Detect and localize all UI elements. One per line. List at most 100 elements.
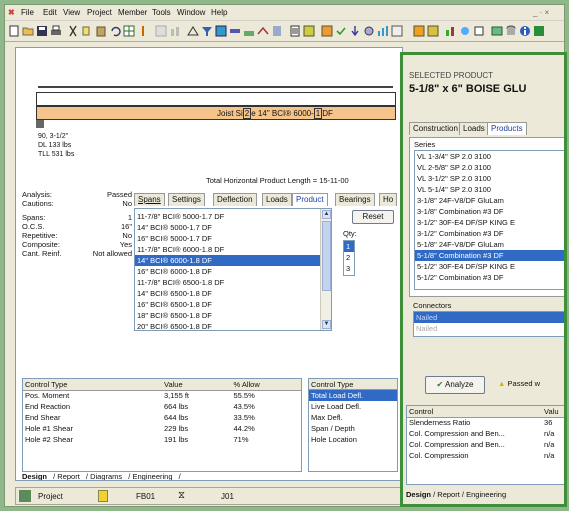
paste-icon[interactable] [95,25,107,37]
tab-spans[interactable]: Spans [134,193,165,206]
joist-label-num1[interactable]: 2 [242,108,252,119]
report-icon[interactable] [289,25,301,37]
floor-icon[interactable] [243,25,255,37]
tab-loads-right[interactable]: Loads [459,122,489,135]
view-icon[interactable] [459,25,471,37]
control-header[interactable]: Control [407,406,542,417]
joist-label-num2[interactable]: 1 [313,108,323,119]
grid-icon[interactable] [123,25,135,37]
undo-icon[interactable] [109,25,121,37]
status-tab-j01[interactable]: J01 [221,492,234,501]
product-list-item[interactable]: 16" BCI® 6000-1.8 DF [135,266,320,277]
value-header-right[interactable]: Valu [542,406,564,417]
series-item[interactable]: VL 5-1/4" SP 2.0 3100 [415,184,564,195]
series-item[interactable]: 5-1/2" 30F-E4 DF/SP KING E [415,261,564,272]
allow-header[interactable]: % Allow [232,379,302,390]
database-icon[interactable] [505,25,517,37]
product-list[interactable]: 11-7/8" BCI® 5000-1.7 DF 14" BCI® 5000-1.… [134,208,332,331]
tab-loads[interactable]: Loads [262,193,292,206]
load-icon[interactable] [349,25,361,37]
series-item[interactable]: VL 1-3/4" SP 2.0 3100 [415,151,564,162]
column-icon[interactable] [137,25,149,37]
qty-option[interactable]: 3 [344,263,354,274]
tab-engineering-right[interactable]: Engineering [466,490,506,499]
right-control-row[interactable]: Col. Compression n/a [407,450,564,461]
reset-button[interactable]: Reset [352,210,394,224]
tab-product[interactable]: Product [292,193,328,206]
menu-help[interactable]: Help [211,8,227,17]
connection-item[interactable]: Nailed [414,312,564,323]
menu-view[interactable]: View [63,8,80,17]
connection-item[interactable]: Nailed [414,323,564,334]
series-item[interactable]: 3-1/2" 30F-E4 DF/SP KING E [415,217,564,228]
control-table-row[interactable]: Hole #1 Shear 229 lbs 44.2% [23,423,301,434]
series-item[interactable]: 3-1/2" Combination #3 DF [415,228,564,239]
info-icon[interactable] [519,25,531,37]
tab-design-right[interactable]: Design [406,490,431,499]
analyze-button[interactable]: ✔ Analyze [425,376,485,394]
library-icon[interactable] [491,25,503,37]
product-list-item[interactable]: 11-7/8" BCI® 5000-1.7 DF [135,211,320,222]
value-header[interactable]: Value [162,379,232,390]
qty-list[interactable]: 123 [343,240,355,276]
tab-bearings[interactable]: Bearings [335,193,375,206]
menu-file[interactable]: File [21,8,34,17]
tab-engineering[interactable]: Engineering [132,472,172,480]
product-list-item[interactable]: 16" BCI® 5000-1.7 DF [135,233,320,244]
status-tab-fb01[interactable]: FB01 [136,492,155,501]
tab-diagrams[interactable]: Diagrams [90,472,122,480]
tab-design[interactable]: Design [22,472,47,480]
product-list-item[interactable]: 18" BCI® 6500-1.8 DF [135,310,320,321]
scroll-up-icon[interactable]: ▲ [322,210,331,219]
menu-edit[interactable]: Edit [43,8,57,17]
truss-icon[interactable] [187,25,199,37]
qty-option[interactable]: 1 [344,241,354,252]
window-controls[interactable]: _ · × [533,8,549,17]
settings-icon[interactable] [363,25,375,37]
export-icon[interactable] [391,25,403,37]
tab-holes[interactable]: Ho [379,193,398,206]
chart-icon[interactable] [445,25,457,37]
control-type-list-header[interactable]: Control Type [309,379,397,390]
series-item[interactable]: VL 2-5/8" SP 2.0 3100 [415,162,564,173]
control-table-row[interactable]: End Reaction 664 lbs 43.5% [23,401,301,412]
help-icon[interactable] [533,25,545,37]
cut-icon[interactable] [67,25,79,37]
filter-icon[interactable] [201,25,213,37]
control-type-header[interactable]: Control Type [23,379,162,390]
calc-orange-icon[interactable] [413,25,425,37]
new-file-icon[interactable] [8,25,20,37]
beam-icon[interactable] [229,25,241,37]
series-item[interactable]: 5-1/8" 24F-V8/DF GluLam [415,239,564,250]
series-item[interactable]: 5-1/2" Combination #3 DF [415,272,564,283]
print-icon[interactable] [50,25,62,37]
material-icon[interactable] [427,25,439,37]
tab-construction[interactable]: Construction [409,122,462,135]
control-table-row[interactable]: End Shear 644 lbs 33.5% [23,412,301,423]
tab-products[interactable]: Products [487,122,527,135]
control-table-row[interactable]: Hole #2 Shear 191 lbs 71% [23,434,301,445]
control-type-item[interactable]: Live Load Defl. [309,401,397,412]
chart-disabled-icon[interactable] [169,25,181,37]
menu-tools[interactable]: Tools [152,8,171,17]
product-list-item[interactable]: 14" BCI® 6500-1.8 DF [135,288,320,299]
wall-icon[interactable] [271,25,283,37]
control-type-item[interactable]: Span / Depth [309,423,397,434]
menu-project[interactable]: Project [87,8,112,17]
connections-list[interactable]: Nailed Nailed [413,311,564,337]
scroll-down-icon[interactable]: ▼ [322,320,331,329]
control-type-item[interactable]: Total Load Defl. [309,390,397,401]
control-table-row[interactable]: Pos. Moment 3,155 ft 55.5% [23,390,301,401]
menu-member[interactable]: Member [118,8,147,17]
calc-icon[interactable] [303,25,315,37]
product-list-item[interactable]: 20" BCI® 6500-1.8 DF [135,321,320,330]
tab-report-right[interactable]: Report [437,490,460,499]
print-preview-icon[interactable] [473,25,485,37]
copy-icon[interactable] [81,25,93,37]
check-icon[interactable] [335,25,347,37]
series-item[interactable]: VL 3-1/2" SP 2.0 3100 [415,173,564,184]
product-list-item[interactable]: 14" BCI® 6000-1.8 DF [135,255,320,266]
roof-icon[interactable] [257,25,269,37]
tab-report[interactable]: Report [57,472,80,480]
properties-icon[interactable] [215,25,227,37]
